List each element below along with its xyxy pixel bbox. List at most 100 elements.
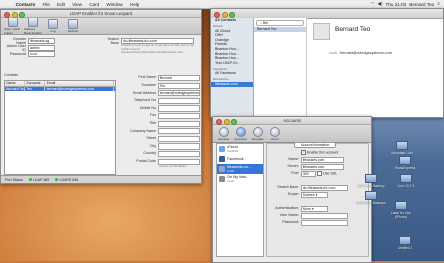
authentication-select[interactable]: None ▾ <box>301 205 328 212</box>
sidebar-item-group[interactable]: lifeassets.com <box>211 81 253 87</box>
desktop-drive-icon[interactable]: Lion 10.7.5 <box>391 174 421 188</box>
menu-card[interactable]: Card <box>86 2 103 7</box>
column-surname[interactable]: Surname <box>25 81 46 86</box>
clock[interactable]: Thu 21:03 <box>386 2 407 7</box>
form-field[interactable] <box>158 113 200 120</box>
form-label: Surname <box>141 82 156 87</box>
spotlight-icon[interactable]: ⌕ <box>437 1 440 7</box>
zoom-button[interactable] <box>19 11 25 18</box>
zoom-button[interactable] <box>229 11 235 18</box>
wifi-icon[interactable]: ◠ <box>370 1 374 7</box>
desktop-drive-icon[interactable]: Untitled 2 <box>390 236 420 250</box>
refresh-button[interactable]: Refresh <box>64 18 82 33</box>
ldap-enabler-window: LDAP Enabler for Snow Leopard Open LDAP … <box>0 9 202 184</box>
contact-card: Bernard Teo work bernard@ruledgesystems.… <box>307 18 443 117</box>
tab-template[interactable]: Template <box>250 126 265 141</box>
form-field[interactable] <box>158 135 200 142</box>
status-bar: Port Status LDAP 389 LDAPS 636 <box>1 175 201 183</box>
form-label: Title <box>149 120 156 125</box>
auth-password-field[interactable] <box>301 219 348 226</box>
form-field[interactable]: Teo <box>158 82 200 89</box>
list-item[interactable]: Bernard Teo <box>254 27 306 33</box>
contacts-search-field[interactable]: ⌕ Ber <box>256 19 304 26</box>
menu-view[interactable]: View <box>69 2 86 7</box>
chevron-down-icon: ▾ <box>311 206 314 211</box>
zoom-button[interactable] <box>231 118 237 125</box>
account-icon <box>219 156 225 162</box>
form-label: Mobile No <box>139 105 156 110</box>
password-field[interactable]: •••••• <box>28 51 55 58</box>
column-name[interactable]: Name <box>5 81 26 86</box>
server-field[interactable]: lifeassets.com <box>301 163 344 170</box>
desktop-drive-icon[interactable]: Mountain Lion <box>387 141 417 155</box>
contacts-label: Contacts <box>4 73 19 77</box>
form-field[interactable]: Bernard <box>158 75 200 82</box>
account-list-item[interactable]: iCloud CardDAV <box>217 144 263 154</box>
card-name: Bernard Teo <box>335 26 371 33</box>
port-field[interactable]: 389 <box>301 170 316 177</box>
form-field[interactable] <box>158 97 200 104</box>
form-field[interactable]: bernard@ruledgesystems.com <box>158 90 200 97</box>
ldap-toolbar: Open LDAP Import Address Book Enabler Lo… <box>1 16 201 35</box>
account-type: CardDAV <box>227 149 239 153</box>
tab-general[interactable]: General <box>216 126 231 141</box>
volume-icon[interactable]: ◀) <box>377 1 382 7</box>
scope-select[interactable]: Subtree ▾ <box>301 191 328 198</box>
accounts-titlebar[interactable]: Accounts <box>213 117 371 125</box>
tab-account-information[interactable]: Account Information <box>294 141 337 149</box>
form-field[interactable] <box>158 143 200 150</box>
menu-edit[interactable]: Edit <box>53 2 68 7</box>
form-label: First Name <box>138 75 156 80</box>
card-email[interactable]: bernard@ruledgesystems.com <box>340 51 392 55</box>
account-search-base-field[interactable]: dc=lifeassets,dc=com <box>301 184 348 191</box>
user-menu[interactable]: Bernard Teo <box>409 2 434 7</box>
desktop-drive-icon[interactable]: Lacie for Lion (iPhoto) <box>386 201 416 219</box>
open-ldap-import-button[interactable]: Open LDAP Import <box>4 16 22 35</box>
tab-accounts[interactable]: Accounts <box>233 126 248 141</box>
avatar[interactable] <box>313 23 330 40</box>
menu-app-name[interactable]: Contacts <box>12 2 39 7</box>
checkmark-icon: ✓ <box>301 150 306 155</box>
form-field[interactable] <box>158 128 200 135</box>
hard-drive-icon <box>395 201 407 210</box>
form-label: Email Address <box>133 90 156 95</box>
account-list-item[interactable]: On My Mac Local <box>217 174 263 184</box>
import-icon <box>8 16 18 27</box>
column-email[interactable]: Email <box>45 81 114 86</box>
account-list-item[interactable]: lifeassets.co... LDAP <box>217 164 263 174</box>
ldap-titlebar[interactable]: LDAP Enabler for Snow Leopard <box>1 10 201 18</box>
auth-username-field[interactable] <box>301 212 348 219</box>
contacts-table[interactable]: Name Surname Email Bernard Teo Teo berna… <box>4 80 116 175</box>
desktop-drive-icon[interactable]: SnowExpress <box>390 156 420 170</box>
tab-vcard[interactable]: vCard <box>267 126 282 141</box>
close-button[interactable] <box>4 11 10 18</box>
use-ssl-checkbox[interactable]: Use SSL <box>317 171 337 176</box>
menu-file[interactable]: File <box>39 2 54 7</box>
close-button[interactable] <box>214 11 220 18</box>
minimize-button[interactable] <box>221 11 228 18</box>
account-name-field[interactable]: lifeassets.com <box>301 156 344 163</box>
minimize-button[interactable] <box>223 118 230 125</box>
hard-drive-icon <box>399 156 411 165</box>
contacts-window: All Contacts iCloud All iCloud OHH Outedge F… <box>210 8 444 118</box>
log-button[interactable]: Log <box>44 18 62 33</box>
menu-help[interactable]: Help <box>126 2 143 7</box>
close-button[interactable] <box>216 118 222 125</box>
port-status-label: Port Status <box>5 177 23 182</box>
form-field[interactable] <box>158 120 200 127</box>
minimize-button[interactable] <box>11 11 18 18</box>
table-row[interactable]: Bernard Teo Teo bernard@ruledgesystems.c… <box>5 86 115 91</box>
desktop-icon-label: Lion 10.7.5 <box>397 183 415 188</box>
form-field[interactable] <box>158 151 200 158</box>
desktop-drive-icon[interactable]: Lion 1.0.4 Backup <box>356 174 386 188</box>
form-label: Country <box>143 151 156 156</box>
form-field[interactable] <box>158 105 200 112</box>
account-information-panel: Account Information ✓ Enable this account… <box>266 141 369 257</box>
menu-window[interactable]: Window <box>103 2 127 7</box>
enable-account-checkbox[interactable]: ✓ Enable this account <box>301 150 338 155</box>
form-label: Company Name <box>130 128 156 133</box>
address-book-enabler-button[interactable]: Address Book Enabler <box>24 16 42 35</box>
desktop-drive-icon[interactable]: Lacie Mac Backups <box>356 191 386 205</box>
account-list-item[interactable]: Facebook <box>217 154 263 164</box>
vcard-icon <box>269 126 280 137</box>
